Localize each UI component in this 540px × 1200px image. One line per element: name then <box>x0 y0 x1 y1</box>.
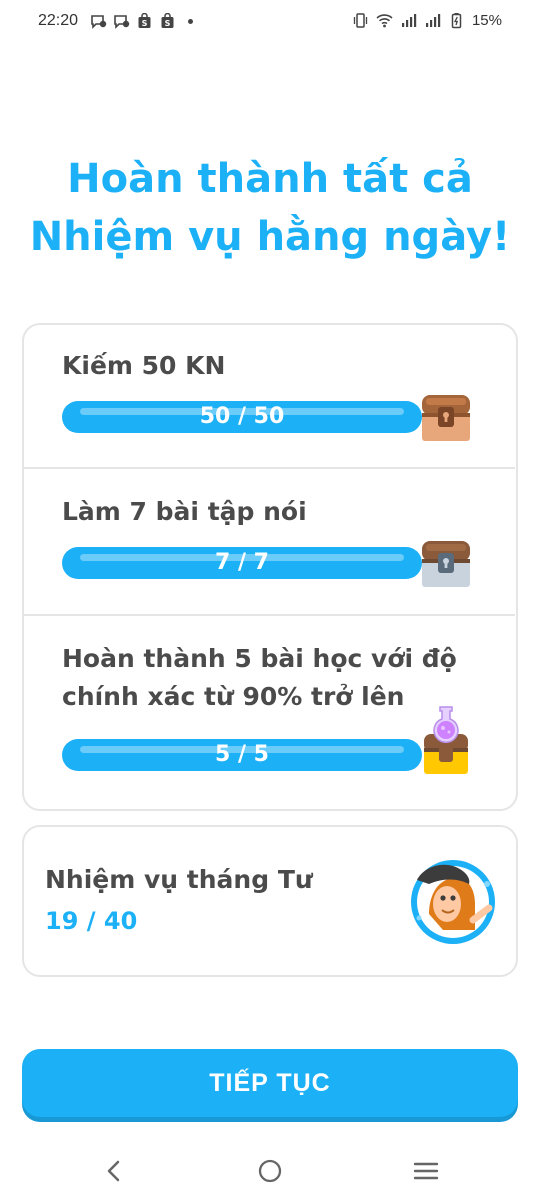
recents-button[interactable] <box>406 1154 446 1188</box>
system-icons: 15% <box>352 12 502 29</box>
quest-title: Hoàn thành 5 bài học với độ chính xác từ… <box>62 640 457 716</box>
quest-title: Làm 7 bài tập nói <box>62 497 307 526</box>
home-icon <box>258 1159 282 1183</box>
gold-chest-potion-icon <box>424 706 468 774</box>
monthly-quest-title: Nhiệm vụ tháng Tư <box>45 865 313 894</box>
navigation-bar <box>0 1140 540 1200</box>
quest-item: Kiếm 50 KN 50 / 50 <box>24 325 515 467</box>
signal-icon <box>425 14 441 27</box>
quest-progress-text: 50 / 50 <box>199 404 285 429</box>
message-icon <box>91 15 107 29</box>
quest-progress-bar: 7 / 7 <box>62 547 422 579</box>
quest-title-line-2: chính xác từ 90% trở lên <box>62 682 405 711</box>
message-icon <box>114 15 130 29</box>
quest-progress-bar: 50 / 50 <box>62 401 422 433</box>
quest-item: Làm 7 bài tập nói 7 / 7 <box>24 467 515 614</box>
svg-text:S: S <box>142 19 148 28</box>
home-button[interactable] <box>250 1154 290 1188</box>
notification-icons: S S <box>90 13 193 30</box>
page-title: Hoàn thành tất cả Nhiệm vụ hằng ngày! <box>0 150 540 266</box>
silver-chest-icon <box>422 541 470 587</box>
quest-item: Hoàn thành 5 bài học với độ chính xác từ… <box>24 614 515 810</box>
menu-icon <box>413 1162 439 1180</box>
battery-icon <box>451 13 462 29</box>
status-bar: 22:20 S S 15% <box>0 0 540 46</box>
character-badge-icon <box>411 860 495 944</box>
more-notifications-dot <box>188 19 193 24</box>
shop-icon: S <box>161 13 174 28</box>
page-title-line-2: Nhiệm vụ hằng ngày! <box>29 214 511 260</box>
svg-text:S: S <box>165 19 171 28</box>
signal-icon <box>401 14 417 27</box>
monthly-quest-card[interactable]: Nhiệm vụ tháng Tư 19 / 40 <box>22 825 518 977</box>
shop-icon: S <box>138 13 151 28</box>
back-icon <box>107 1160 120 1182</box>
brown-chest-icon <box>422 395 470 441</box>
continue-button[interactable]: TIẾP TỤC <box>22 1049 518 1117</box>
back-button[interactable] <box>94 1154 134 1188</box>
battery-percent: 15% <box>471 12 502 29</box>
status-time: 22:20 <box>38 12 79 29</box>
quest-progress-text: 7 / 7 <box>215 550 269 575</box>
page-title-line-1: Hoàn thành tất cả <box>67 156 473 202</box>
quest-title-line-1: Hoàn thành 5 bài học với độ <box>62 644 457 673</box>
quest-progress-text: 5 / 5 <box>215 742 269 767</box>
quest-title: Kiếm 50 KN <box>62 351 226 380</box>
vibrate-icon <box>353 13 368 28</box>
wifi-icon <box>376 14 393 28</box>
quest-progress-bar: 5 / 5 <box>62 739 422 771</box>
continue-button-label: TIẾP TỤC <box>209 1069 331 1097</box>
monthly-quest-progress: 19 / 40 <box>45 907 138 935</box>
daily-quests-card: Kiếm 50 KN 50 / 50 Làm 7 bài tập nói 7 /… <box>22 323 518 811</box>
